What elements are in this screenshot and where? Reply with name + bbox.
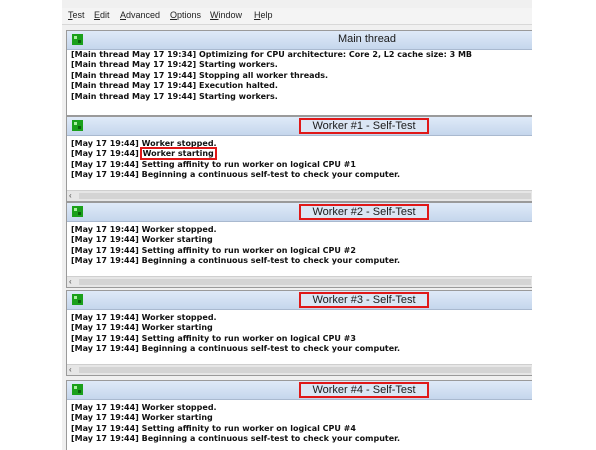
- worker-2-log: [May 17 19:44] Worker stopped. [May 17 1…: [71, 225, 529, 267]
- prime95-app-icon: [72, 206, 83, 217]
- log-line: [May 17 19:44] Worker stopped.: [71, 225, 217, 234]
- worker-1-log: [May 17 19:44] Worker stopped. [May 17 1…: [71, 139, 529, 181]
- log-line: [May 17 19:44] Beginning a continuous se…: [71, 344, 401, 354]
- prime95-app-icon: [72, 120, 83, 131]
- menu-help[interactable]: Help: [254, 10, 273, 20]
- scroll-left-arrow-icon[interactable]: ‹: [69, 191, 72, 200]
- worker-3-titlebar[interactable]: Worker #3 - Self-Test: [67, 291, 532, 310]
- worker-1-pane[interactable]: Worker #1 - Self-Test [May 17 19:44] Wor…: [66, 116, 532, 202]
- worker-3-pane[interactable]: Worker #3 - Self-Test [May 17 19:44] Wor…: [66, 290, 532, 376]
- worker-3-title: Worker #3 - Self-Test: [299, 292, 429, 308]
- log-line: [May 17 19:44] Worker starting: [71, 323, 213, 333]
- log-line: [May 17 19:44] Worker starting: [71, 235, 213, 245]
- log-line: [Main thread May 17 19:44] Stopping all …: [71, 70, 329, 80]
- scroll-track[interactable]: [79, 367, 531, 373]
- scroll-track[interactable]: [79, 279, 531, 285]
- menu-edit[interactable]: Edit: [94, 10, 110, 20]
- scroll-left-arrow-icon[interactable]: ‹: [69, 365, 72, 374]
- log-line: [May 17 19:44] Beginning a continuous se…: [71, 256, 401, 266]
- main-thread-titlebar[interactable]: Main thread: [67, 31, 532, 50]
- worker-4-log: [May 17 19:44] Worker stopped. [May 17 1…: [71, 403, 529, 445]
- menu-window[interactable]: Window: [210, 10, 242, 20]
- log-line: [May 17 19:44] Setting affinity to run w…: [71, 245, 356, 255]
- log-line: [May 17 19:44] Worker stopped.: [71, 313, 217, 322]
- menu-options[interactable]: Options: [170, 10, 201, 20]
- worker-1-titlebar[interactable]: Worker #1 - Self-Test: [67, 117, 532, 136]
- worker-4-titlebar[interactable]: Worker #4 - Self-Test: [67, 381, 532, 400]
- prime95-app-icon: [72, 34, 83, 45]
- scroll-left-arrow-icon[interactable]: ‹: [69, 277, 72, 286]
- worker-4-pane[interactable]: Worker #4 - Self-Test [May 17 19:44] Wor…: [66, 380, 532, 450]
- worker-2-title: Worker #2 - Self-Test: [299, 204, 429, 220]
- log-line: [May 17 19:44] Beginning a continuous se…: [71, 434, 401, 444]
- main-thread-log: [Main thread May 17 19:34] Optimizing fo…: [71, 50, 529, 102]
- log-line: [May 17 19:44] Setting affinity to run w…: [71, 159, 356, 169]
- main-thread-title: Main thread: [337, 33, 397, 45]
- log-line: [May 17 19:44] Beginning a continuous se…: [71, 170, 401, 180]
- menu-advanced[interactable]: Advanced: [120, 10, 160, 20]
- horizontal-scrollbar[interactable]: ‹: [67, 190, 532, 201]
- prime95-app-icon: [72, 294, 83, 305]
- log-line: [Main thread May 17 19:44] Starting work…: [71, 91, 278, 101]
- worker-2-titlebar[interactable]: Worker #2 - Self-Test: [67, 203, 532, 222]
- log-line: [May 17 19:44] Worker starting: [71, 413, 213, 423]
- log-line: [Main thread May 17 19:34] Optimizing fo…: [71, 50, 472, 59]
- main-thread-pane[interactable]: Main thread [Main thread May 17 19:34] O…: [66, 30, 532, 116]
- prime95-window: Test Edit Advanced Options Window Help M…: [62, 0, 532, 450]
- menu-bar: Test Edit Advanced Options Window Help: [62, 8, 532, 25]
- log-line: [May 17 19:44] Worker stopped.: [71, 403, 217, 412]
- log-line: [May 17 19:44] Worker stopped.: [71, 139, 217, 148]
- log-line: [May 17 19:44] Setting affinity to run w…: [71, 423, 356, 433]
- log-line: [Main thread May 17 19:42] Starting work…: [71, 60, 278, 70]
- horizontal-scrollbar[interactable]: ‹: [67, 276, 532, 287]
- worker-3-log: [May 17 19:44] Worker stopped. [May 17 1…: [71, 313, 529, 355]
- worker-2-pane[interactable]: Worker #2 - Self-Test [May 17 19:44] Wor…: [66, 202, 532, 288]
- scroll-track[interactable]: [79, 193, 531, 199]
- horizontal-scrollbar[interactable]: ‹: [67, 364, 532, 375]
- highlighted-worker-starting: Worker starting: [139, 147, 217, 161]
- menu-test[interactable]: Test: [68, 10, 85, 20]
- worker-1-title: Worker #1 - Self-Test: [299, 118, 429, 134]
- worker-4-title: Worker #4 - Self-Test: [299, 382, 429, 398]
- log-line: [May 17 19:44] Setting affinity to run w…: [71, 333, 356, 343]
- log-line: [May 17 19:44] Worker starting: [71, 147, 217, 161]
- prime95-app-icon: [72, 384, 83, 395]
- log-line: [Main thread May 17 19:44] Execution hal…: [71, 81, 278, 91]
